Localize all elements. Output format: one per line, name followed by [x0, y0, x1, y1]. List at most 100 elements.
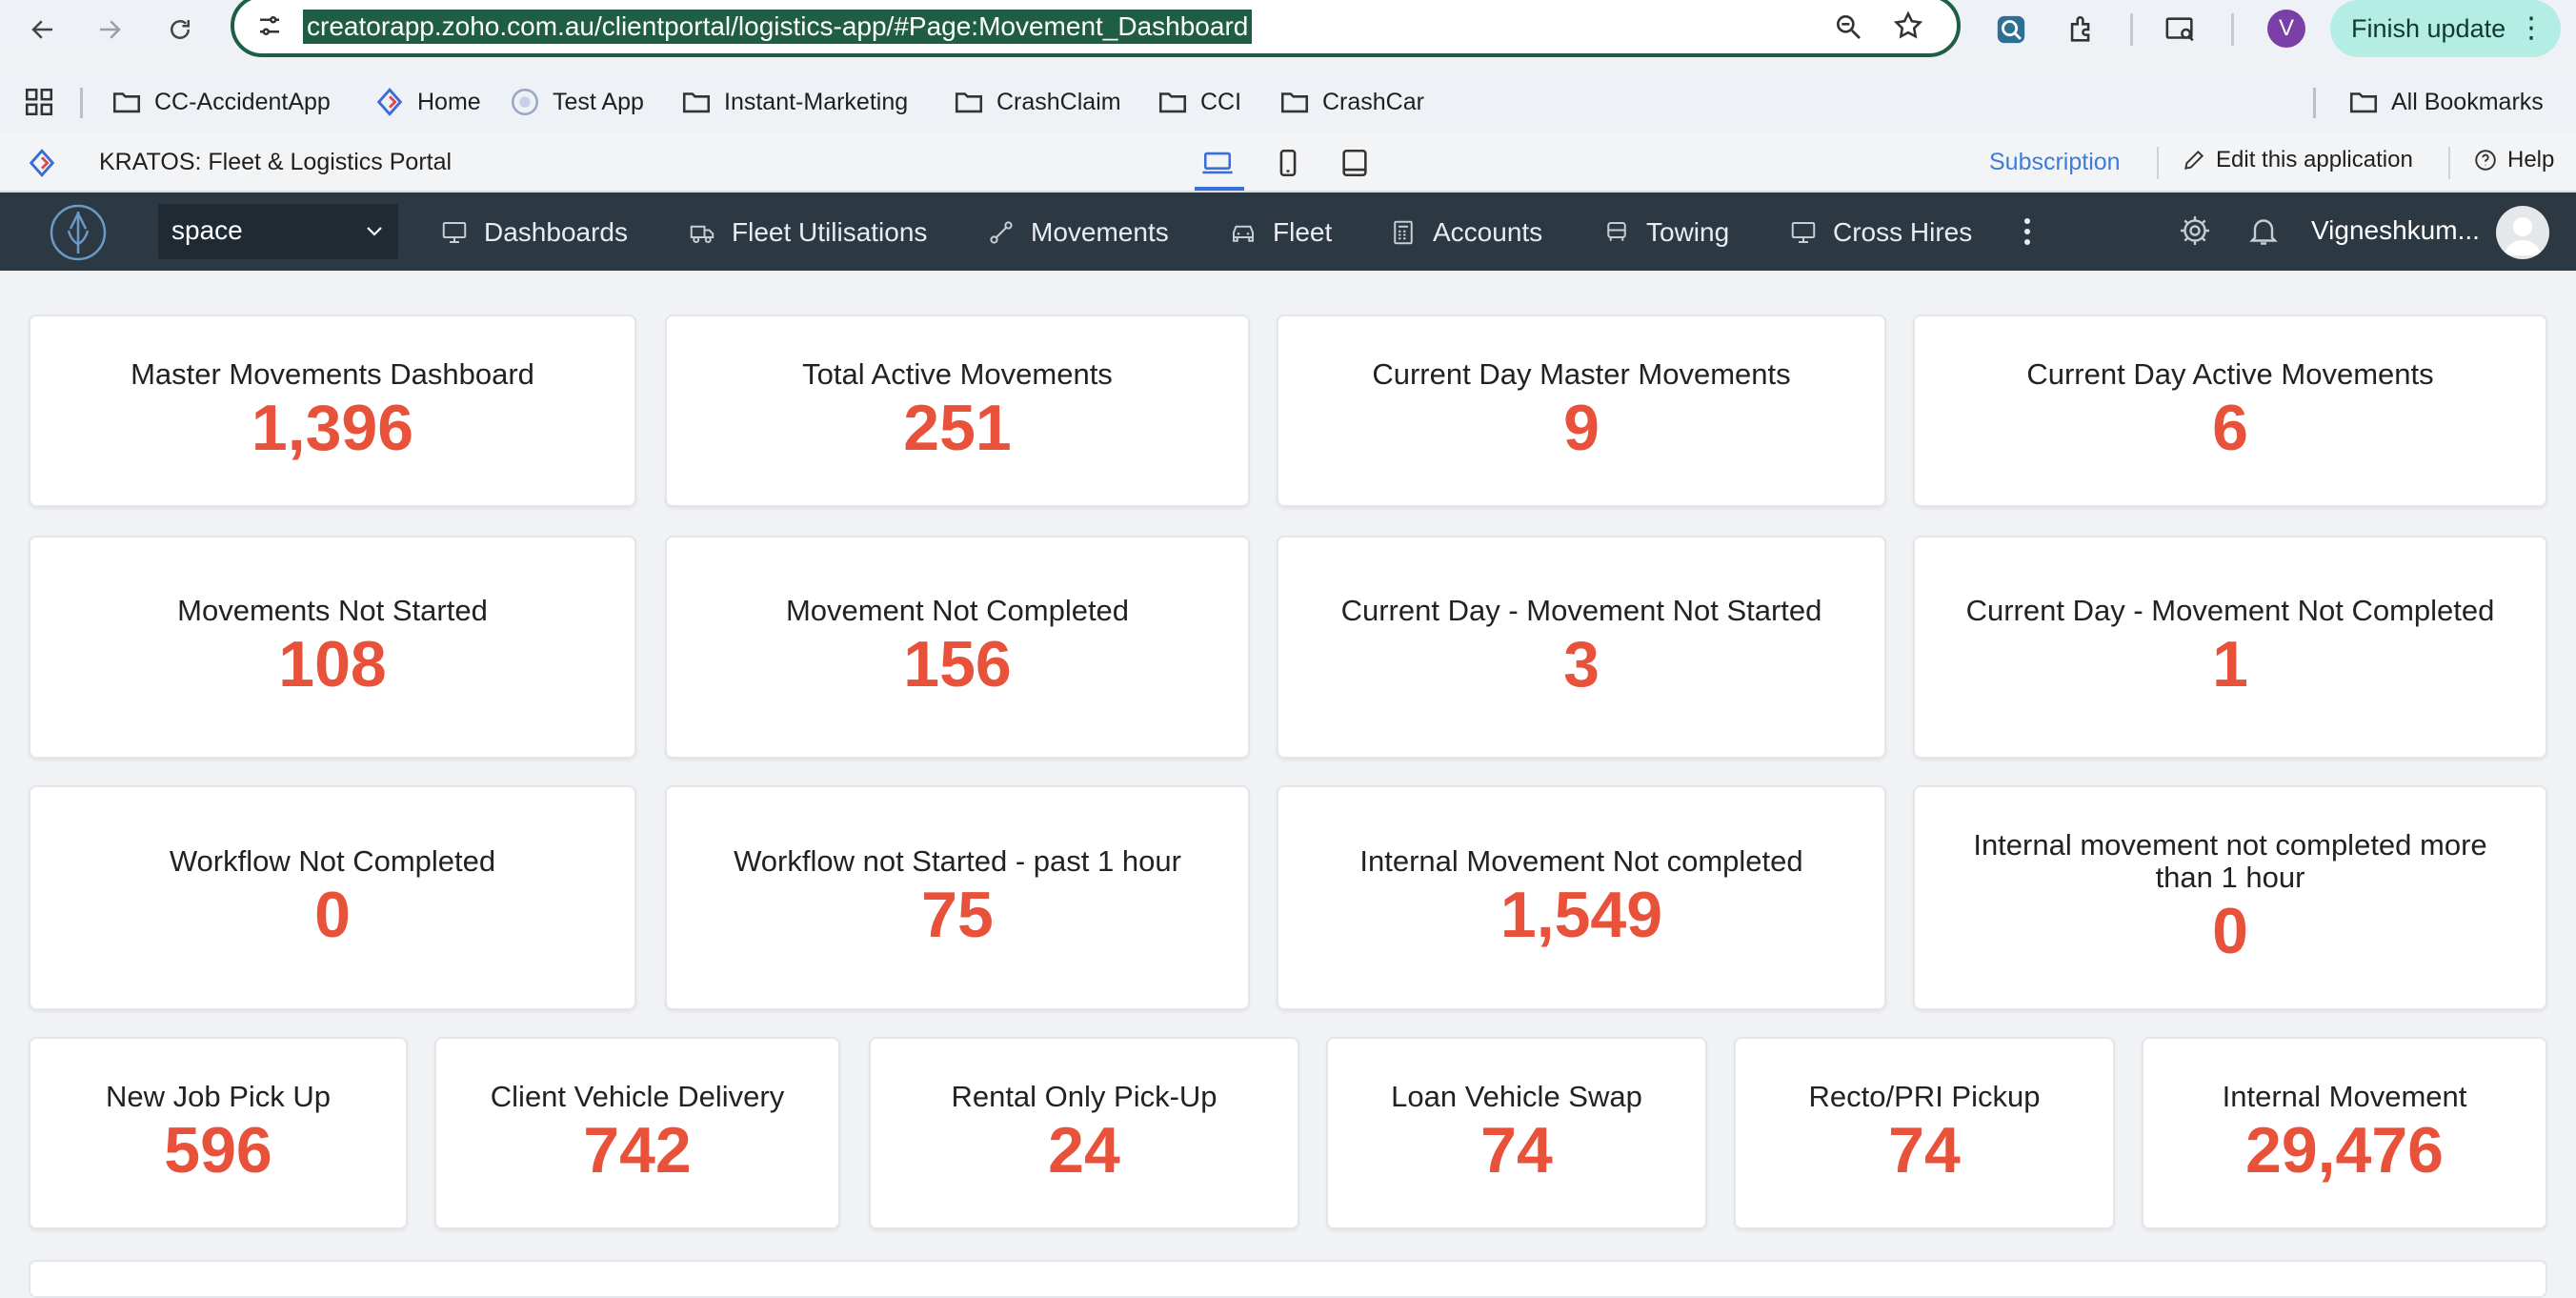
arrow-right-icon — [100, 20, 121, 39]
folder-icon — [1158, 92, 1187, 113]
subscription-link[interactable]: Subscription — [1989, 149, 2121, 176]
app-header: KRATOS: Fleet & Logistics Portal Subscri… — [0, 133, 2576, 193]
all-bookmarks-label: All Bookmarks — [2391, 88, 2544, 115]
nav-item-label: Dashboards — [484, 217, 628, 247]
pencil-icon — [2184, 150, 2204, 170]
monitor-icon — [442, 222, 467, 243]
back-button[interactable] — [21, 8, 65, 51]
card-current-day-master-movements[interactable]: Current Day Master Movements 9 — [1277, 314, 1886, 507]
bookmark-crashclaim[interactable]: CrashClaim — [953, 86, 1121, 118]
card-value: 0 — [314, 879, 351, 951]
card-loan-vehicle-swap[interactable]: Loan Vehicle Swap 74 — [1326, 1037, 1707, 1229]
card-label: New Job Pick Up — [105, 1080, 332, 1113]
card-label: Movement Not Completed — [785, 594, 1130, 627]
monitor-icon — [1791, 222, 1816, 243]
card-value: 75 — [921, 879, 994, 951]
card-current-day-movement-not-completed[interactable]: Current Day - Movement Not Completed 1 — [1913, 536, 2547, 759]
kratos-logo-icon[interactable] — [48, 202, 109, 263]
bookmark-label: CrashCar — [1322, 88, 1424, 115]
app-title: KRATOS: Fleet & Logistics Portal — [99, 149, 453, 175]
nav-item-label: Movements — [1031, 217, 1169, 247]
nav-item-fleet-utilisations[interactable]: Fleet Utilisations — [688, 213, 927, 252]
nav-item-movements[interactable]: Movements — [987, 213, 1169, 252]
nav-item-label: Accounts — [1433, 217, 1543, 247]
app-navbar: space Dashboards Fleet Utilisations Move… — [0, 193, 2576, 271]
card-workflow-not-completed[interactable]: Workflow Not Completed 0 — [29, 785, 636, 1010]
bookmark-home[interactable]: Home — [373, 86, 481, 118]
nav-item-towing[interactable]: Towing — [1602, 213, 1729, 252]
mobile-view-icon[interactable] — [1271, 147, 1305, 179]
next-panel-edge — [29, 1260, 2547, 1298]
bookmark-crashcar[interactable]: CrashCar — [1278, 86, 1424, 118]
card-workflow-not-started-past-hour[interactable]: Workflow not Started - past 1 hour 75 — [665, 785, 1250, 1010]
bookmark-star-icon[interactable] — [1892, 10, 1924, 42]
bell-icon[interactable] — [2246, 213, 2281, 248]
card-rental-only-pick-up[interactable]: Rental Only Pick-Up 24 — [869, 1037, 1299, 1229]
card-value: 6 — [2212, 392, 2248, 464]
zoho-creator-icon — [376, 88, 403, 116]
profile-avatar[interactable]: V — [2267, 10, 2305, 48]
gear-icon[interactable] — [2178, 213, 2212, 248]
car-icon — [1233, 225, 1254, 242]
card-current-day-movement-not-started[interactable]: Current Day - Movement Not Started 3 — [1277, 536, 1886, 759]
nav-item-fleet[interactable]: Fleet — [1229, 213, 1332, 252]
card-label: Workflow Not Completed — [169, 844, 496, 878]
card-recto-pri-pickup[interactable]: Recto/PRI Pickup 74 — [1734, 1037, 2115, 1229]
card-value: 74 — [1480, 1114, 1553, 1186]
nav-item-accounts[interactable]: Accounts — [1389, 213, 1542, 252]
card-master-movements-dashboard[interactable]: Master Movements Dashboard 1,396 — [29, 314, 636, 507]
tab-search-icon[interactable] — [2163, 11, 2199, 48]
finish-update-button[interactable]: Finish update ⋮ — [2330, 0, 2561, 57]
card-value: 251 — [903, 392, 1012, 464]
forward-button[interactable] — [88, 8, 131, 51]
card-internal-movement-not-completed[interactable]: Internal Movement Not completed 1,549 — [1277, 785, 1886, 1010]
space-dropdown[interactable]: space — [158, 204, 398, 259]
more-vert-icon: ⋮ — [2517, 12, 2546, 44]
help-label: Help — [2507, 147, 2555, 172]
toolbar-separator — [2130, 13, 2133, 46]
desktop-view-indicator — [1195, 187, 1244, 191]
site-settings-icon[interactable] — [255, 11, 284, 40]
folder-icon — [682, 92, 711, 113]
lens-extension-icon[interactable] — [1993, 11, 2029, 48]
zoom-icon[interactable] — [1833, 11, 1863, 42]
card-current-day-active-movements[interactable]: Current Day Active Movements 6 — [1913, 314, 2547, 507]
nav-item-cross-hires[interactable]: Cross Hires — [1789, 213, 1972, 252]
card-internal-movement-not-completed-over-hour[interactable]: Internal movement not completed more tha… — [1913, 785, 2547, 1010]
help-link[interactable]: Help — [2473, 147, 2554, 173]
apps-grid-button[interactable] — [23, 86, 67, 118]
folder-icon — [2349, 92, 2378, 113]
bookmark-test-app[interactable]: Test App — [509, 86, 644, 118]
user-name[interactable]: Vigneshkum... — [2311, 215, 2480, 246]
extensions-puzzle-icon[interactable] — [2063, 11, 2100, 48]
card-movements-not-started[interactable]: Movements Not Started 108 — [29, 536, 636, 759]
reload-button[interactable] — [158, 8, 202, 51]
nav-item-dashboards[interactable]: Dashboards — [440, 213, 628, 252]
address-bar[interactable]: creatorapp.zoho.com.au/clientportal/logi… — [231, 0, 1961, 57]
card-client-vehicle-delivery[interactable]: Client Vehicle Delivery 742 — [434, 1037, 840, 1229]
card-internal-movement[interactable]: Internal Movement 29,476 — [2142, 1037, 2547, 1229]
user-avatar[interactable] — [2496, 206, 2549, 259]
desktop-view-icon[interactable] — [1200, 147, 1235, 179]
bookmark-label: CCI — [1200, 88, 1242, 115]
apps-grid-icon — [25, 88, 53, 116]
bookmark-cci[interactable]: CCI — [1157, 86, 1241, 118]
card-total-active-movements[interactable]: Total Active Movements 251 — [665, 314, 1250, 507]
card-value: 1,396 — [251, 392, 414, 464]
url-text[interactable]: creatorapp.zoho.com.au/clientportal/logi… — [303, 10, 1253, 44]
zoho-creator-logo-icon[interactable] — [25, 147, 59, 179]
space-dropdown-value: space — [171, 215, 243, 245]
edit-application-link[interactable]: Edit this application — [2182, 147, 2413, 173]
card-value: 24 — [1048, 1114, 1120, 1186]
bookmark-separator — [80, 88, 83, 118]
card-movement-not-completed[interactable]: Movement Not Completed 156 — [665, 536, 1250, 759]
bookmark-cc-accidentapp[interactable]: CC-AccidentApp — [111, 86, 331, 118]
tow-truck-icon — [1607, 222, 1626, 241]
nav-item-label: Cross Hires — [1833, 217, 1973, 247]
tablet-view-icon[interactable] — [1338, 147, 1372, 179]
more-vert-icon[interactable] — [2018, 212, 2037, 252]
bookmark-instant-marketing[interactable]: Instant-Marketing — [680, 86, 908, 118]
card-new-job-pick-up[interactable]: New Job Pick Up 596 — [29, 1037, 408, 1229]
help-circle-icon — [2475, 150, 2496, 171]
all-bookmarks-button[interactable]: All Bookmarks — [2347, 86, 2544, 118]
